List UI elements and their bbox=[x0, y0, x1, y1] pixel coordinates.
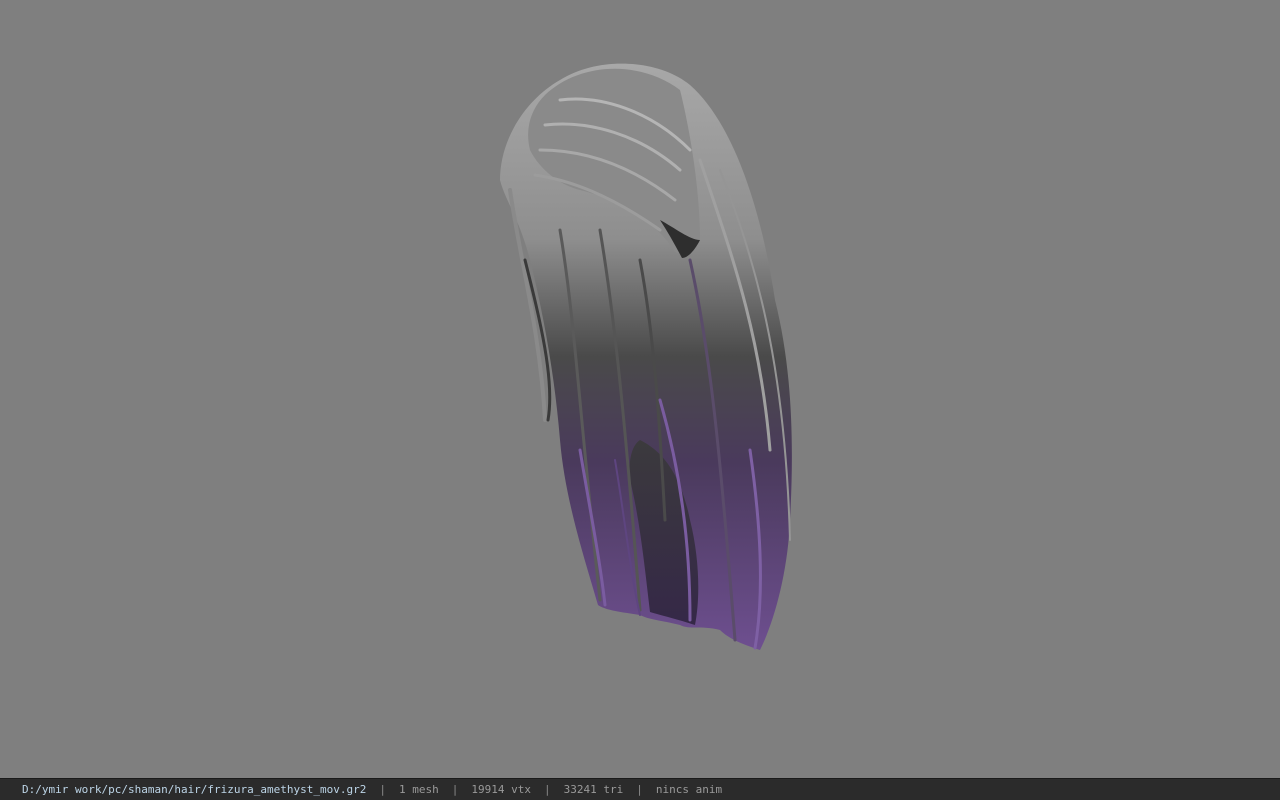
status-separator: | bbox=[379, 783, 386, 796]
status-anim: nincs anim bbox=[655, 783, 723, 796]
status-separator: | bbox=[451, 783, 459, 796]
status-vertex-count: 19914 vtx bbox=[471, 783, 531, 796]
status-triangle-count: 33241 tri bbox=[563, 783, 624, 796]
status-bar: D:/ymir work/pc/shaman/hair/frizura_amet… bbox=[0, 778, 1280, 800]
hair-model[interactable] bbox=[0, 0, 1280, 778]
status-file-path: D:/ymir work/pc/shaman/hair/frizura_amet… bbox=[22, 783, 367, 796]
3d-viewport[interactable] bbox=[0, 0, 1280, 778]
status-separator: | bbox=[636, 783, 643, 796]
status-separator: | bbox=[543, 783, 551, 796]
status-mesh-count: 1 mesh bbox=[399, 783, 439, 796]
